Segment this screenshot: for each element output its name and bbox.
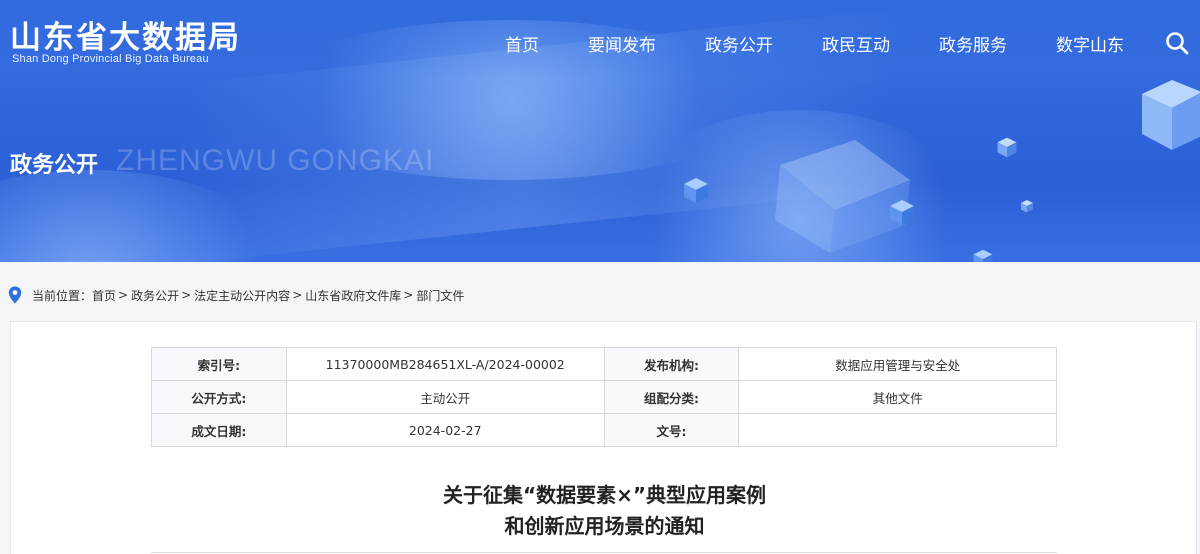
cube-graphic — [684, 178, 708, 203]
document-title-line: 和创新应用场景的通知 — [504, 514, 705, 538]
site-logo-title[interactable]: 山东省大数据局 — [10, 12, 241, 57]
content-card: 索引号: 11370000MB284651XL-A/2024-00002 发布机… — [10, 321, 1197, 554]
category-value: 其他文件 — [738, 380, 1057, 414]
breadcrumb-government-affairs[interactable]: 政务公开 — [131, 287, 179, 304]
banner-heading-en: ZHENGWU GONGKAI — [116, 144, 435, 177]
title-divider — [151, 552, 1057, 553]
breadcrumb-separator: > — [118, 288, 129, 302]
cube-graphic — [1142, 80, 1200, 150]
category-label: 组配分类: — [603, 380, 740, 414]
document-number-value — [738, 413, 1057, 447]
index-number-label: 索引号: — [151, 347, 287, 381]
index-number-value: 11370000MB284651XL-A/2024-00002 — [285, 347, 605, 381]
disclosure-method-label: 公开方式: — [151, 380, 287, 414]
breadcrumb-department-files[interactable]: 部门文件 — [416, 287, 464, 304]
document-number-label: 文号: — [603, 413, 740, 447]
breadcrumb-file-library[interactable]: 山东省政府文件库 — [305, 287, 401, 304]
document-metadata-table: 索引号: 11370000MB284651XL-A/2024-00002 发布机… — [151, 347, 1057, 447]
nav-item-government-affairs[interactable]: 政务公开 — [705, 31, 773, 56]
nav-item-news[interactable]: 要闻发布 — [588, 31, 656, 56]
issue-date-label: 成文日期: — [151, 413, 287, 447]
breadcrumb-prefix: 当前位置： — [32, 288, 93, 303]
page-section-title: 政务公开 — [10, 153, 99, 178]
publisher-label: 发布机构: — [603, 347, 740, 381]
breadcrumb-home[interactable]: 首页 — [92, 287, 116, 304]
cube-graphic — [775, 140, 910, 253]
breadcrumb-separator: > — [181, 288, 192, 302]
table-row: 索引号: 11370000MB284651XL-A/2024-00002 发布机… — [151, 347, 1057, 381]
document-title: 关于征集“数据要素×”典型应用案例 和创新应用场景的通知 — [11, 480, 1198, 542]
cube-graphic — [890, 200, 914, 225]
document-title-line: 关于征集“数据要素×”典型应用案例 — [442, 483, 767, 507]
main-nav: 首页 要闻发布 政务公开 政民互动 政务服务 数字山东 — [505, 28, 1200, 58]
table-row: 成文日期: 2024-02-27 文号: — [151, 413, 1057, 447]
nav-item-interaction[interactable]: 政民互动 — [822, 31, 890, 56]
issue-date-value: 2024-02-27 — [285, 413, 605, 447]
table-row: 公开方式: 主动公开 组配分类: 其他文件 — [151, 380, 1057, 414]
cube-graphic — [973, 249, 993, 262]
site-logo-subtitle: Shan Dong Provincial Big Data Bureau — [12, 53, 209, 65]
breadcrumb-separator: > — [292, 288, 303, 302]
disclosure-method-value: 主动公开 — [285, 380, 605, 414]
search-icon[interactable] — [1164, 30, 1190, 56]
breadcrumb-statutory-disclosure[interactable]: 法定主动公开内容 — [194, 287, 290, 304]
nav-item-services[interactable]: 政务服务 — [939, 31, 1007, 56]
nav-item-home[interactable]: 首页 — [505, 31, 539, 56]
cube-graphic — [1021, 200, 1033, 213]
location-pin-icon — [8, 286, 22, 304]
breadcrumb: 当前位置： 首页 > 政务公开 > 法定主动公开内容 > 山东省政府文件库 > 部门文件 — [8, 285, 464, 305]
nav-item-digital-shandong[interactable]: 数字山东 — [1056, 31, 1124, 56]
breadcrumb-separator: > — [403, 288, 414, 302]
publisher-value: 数据应用管理与安全处 — [738, 347, 1057, 381]
cube-graphic — [997, 137, 1017, 158]
header-banner: 山东省大数据局 Shan Dong Provincial Big Data Bu… — [0, 0, 1200, 262]
